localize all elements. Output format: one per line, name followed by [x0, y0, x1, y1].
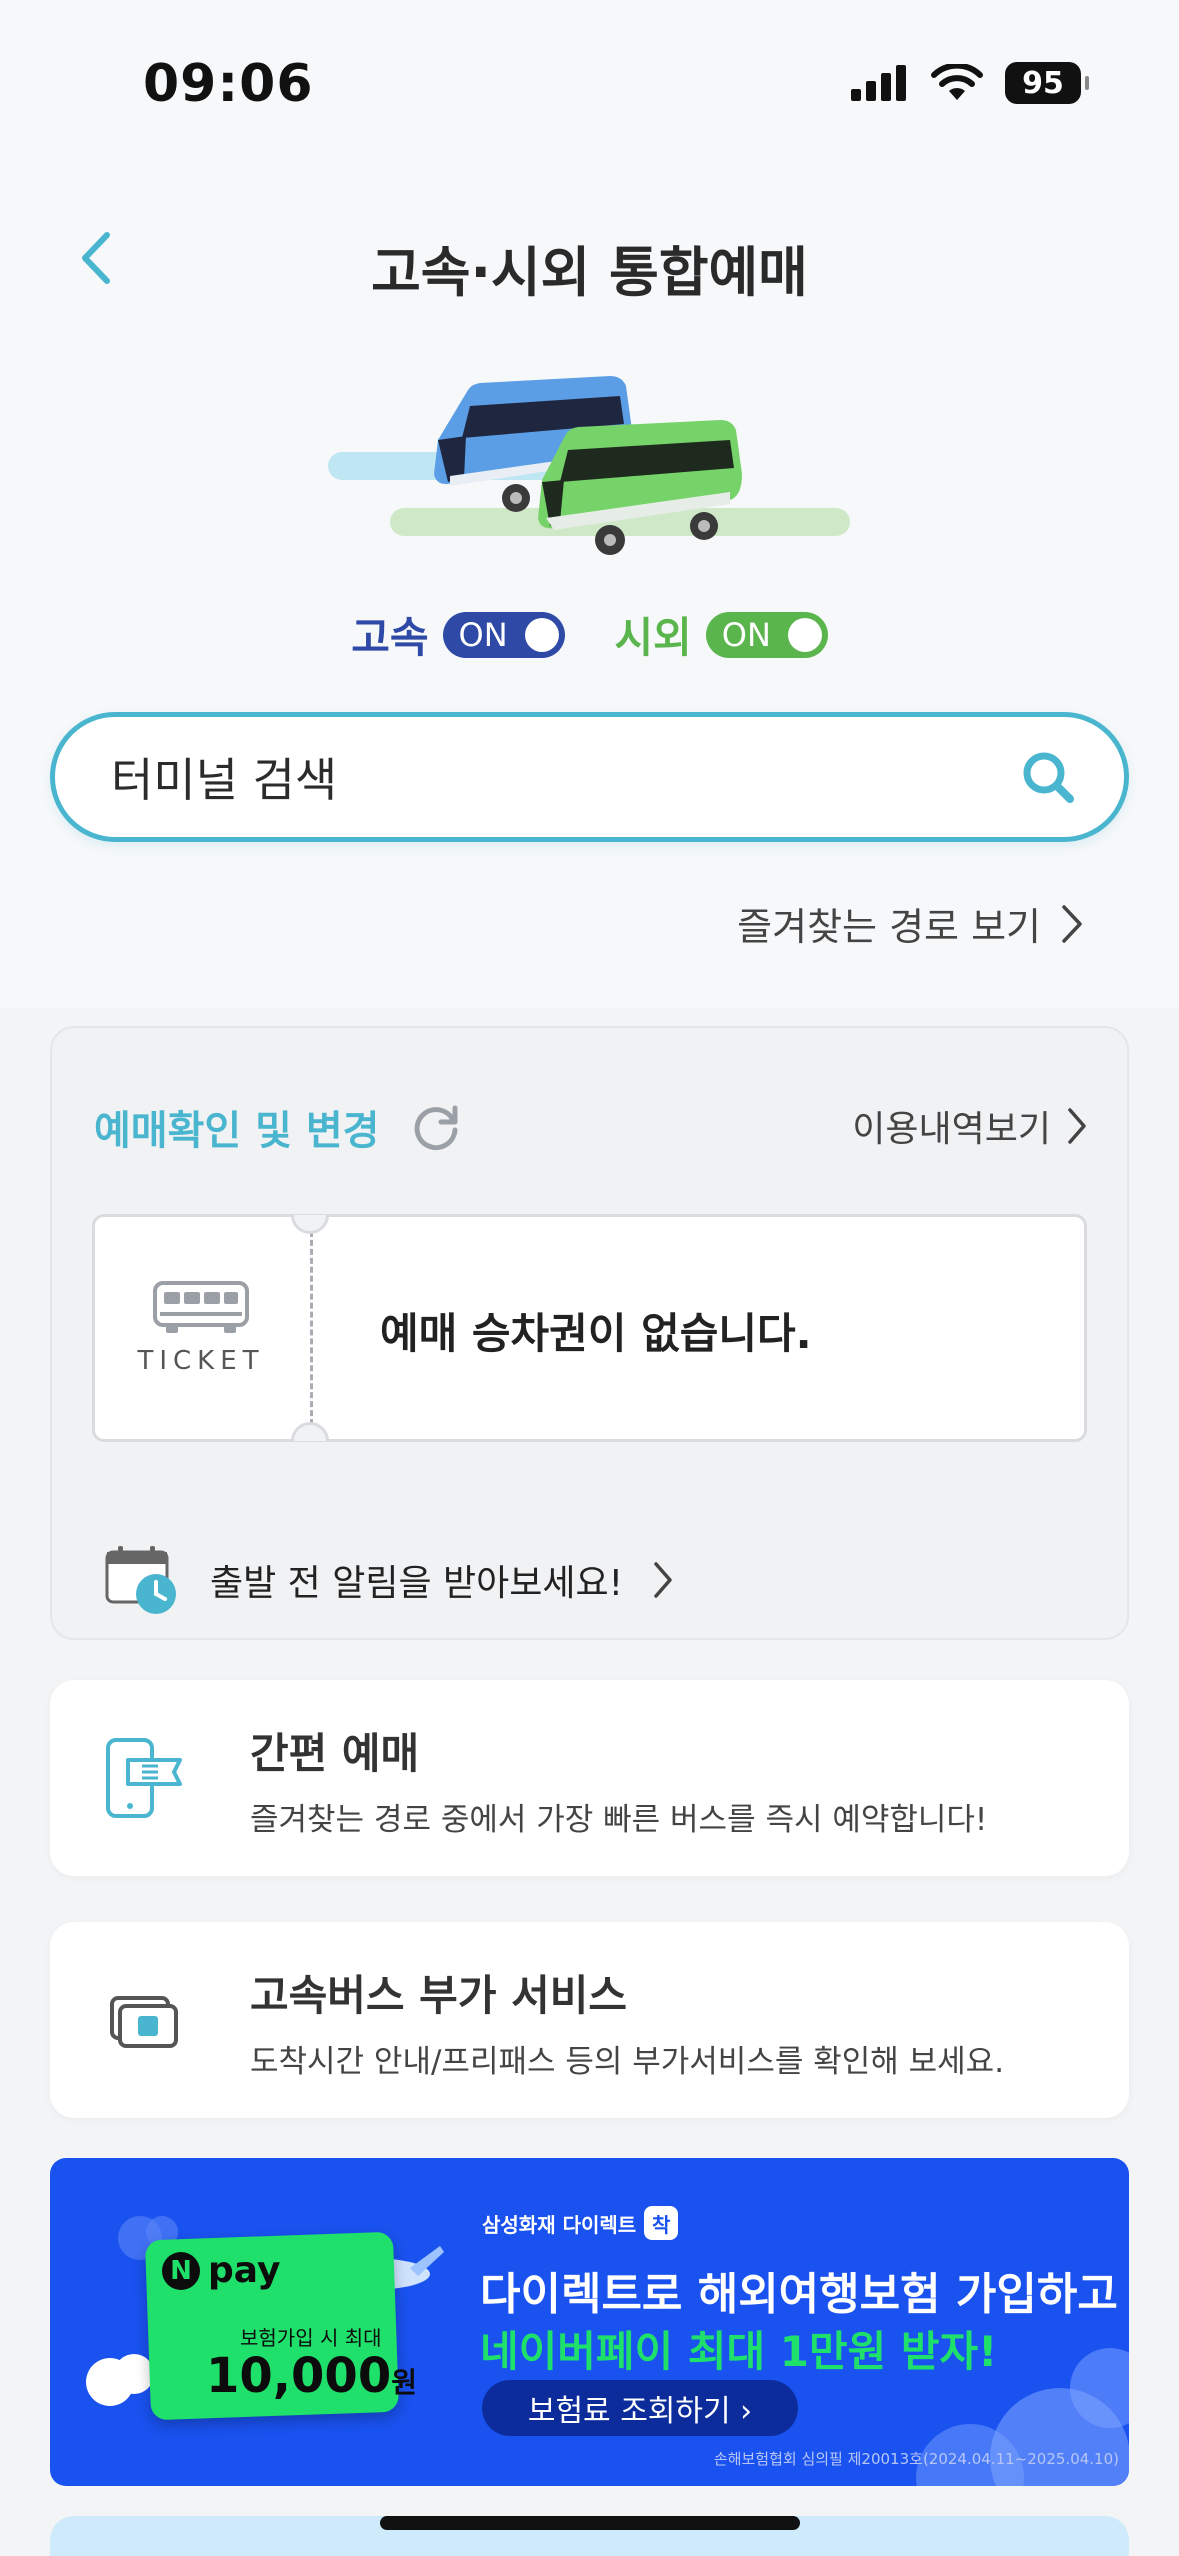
ticket-stub: TICKET — [92, 1214, 310, 1442]
quick-booking-desc: 즐겨찾는 경로 중에서 가장 빠른 버스를 즉시 예약합니다! — [250, 1802, 988, 1838]
extra-service-icon — [96, 1972, 192, 2068]
departure-alarm-label: 출발 전 알림을 받아보세요! — [210, 1563, 624, 1604]
calendar-clock-icon — [105, 1546, 176, 1614]
ticket-divider — [310, 1222, 313, 1434]
chevron-right-icon — [654, 1562, 672, 1598]
bus-icon — [153, 1281, 249, 1333]
npay-amount-unit: 원 — [391, 2366, 417, 2399]
reservation-header: 예매확인 및 변경 — [94, 1098, 463, 1156]
npay-text: pay — [208, 2250, 281, 2291]
extra-service-desc: 도착시간 안내/프리패스 등의 부가서비스를 확인해 보세요. — [250, 2044, 1005, 2080]
terminal-search-input[interactable]: 터미널 검색 — [50, 712, 1129, 842]
status-time: 09:06 — [143, 54, 314, 114]
chevron-right-icon — [1062, 904, 1082, 943]
intercity-toggle-state: ON — [721, 615, 771, 654]
usage-history-link[interactable]: 이용내역보기 — [852, 1100, 1087, 1152]
extra-service-title: 고속버스 부가 서비스 — [250, 1971, 628, 2020]
quick-booking-title: 간편 예매 — [250, 1729, 420, 1778]
favorite-routes-link[interactable]: 즐겨찾는 경로 보기 — [737, 896, 1083, 951]
premium-check-button[interactable]: 보험료 조회하기 › — [482, 2380, 798, 2436]
wifi-icon — [931, 64, 983, 100]
intercity-toggle[interactable]: ON — [705, 611, 828, 658]
npay-logo: N pay — [162, 2250, 280, 2291]
quick-booking-card[interactable] — [50, 1680, 1129, 1876]
chevron-right-icon — [1068, 1108, 1086, 1144]
status-icons: 95 — [851, 62, 1089, 104]
bus-illustration — [328, 376, 850, 555]
mobile-ticket-icon — [96, 1730, 192, 1826]
intercity-toggle-group: 시외 ON — [615, 604, 828, 665]
insurer-name: 삼성화재 다이렉트 — [482, 2212, 637, 2237]
npay-amount: 10,000원 — [206, 2348, 417, 2404]
signal-icon — [851, 65, 906, 101]
usage-history-label: 이용내역보기 — [852, 1109, 1051, 1150]
insurer-badge: 착 — [644, 2206, 679, 2240]
battery-indicator: 95 — [1005, 62, 1089, 104]
departure-alarm-link[interactable]: 출발 전 알림을 받아보세요! — [104, 1544, 673, 1616]
toggle-knob — [524, 617, 559, 652]
npay-amount-value: 10,000 — [206, 2348, 392, 2404]
express-toggle-state: ON — [458, 615, 508, 654]
banner-legal-text: 손해보험협회 심의필 제20013호(2024.04.11~2025.04.10… — [713, 2450, 1119, 2468]
reservation-title: 예매확인 및 변경 — [94, 1108, 380, 1154]
express-toggle[interactable]: ON — [442, 611, 565, 658]
toggle-knob — [787, 617, 822, 652]
search-placeholder: 터미널 검색 — [111, 753, 338, 807]
favorite-routes-label: 즐겨찾는 경로 보기 — [737, 905, 1041, 949]
npay-n-mark: N — [162, 2251, 200, 2290]
home-indicator[interactable] — [380, 2516, 800, 2530]
express-toggle-group: 고속 ON — [351, 604, 565, 665]
empty-ticket-message: 예매 승차권이 없습니다. — [380, 1309, 812, 1358]
ticket-label: TICKET — [137, 1346, 265, 1376]
bus-type-toggles: 고속 ON 시외 ON — [0, 604, 1179, 665]
refresh-icon[interactable] — [409, 1100, 463, 1154]
insurer-brand: 삼성화재 다이렉트 착 — [482, 2206, 679, 2240]
npay-subtext: 보험가입 시 최대 — [240, 2326, 382, 2350]
search-icon[interactable] — [1020, 749, 1076, 805]
banner-headline: 다이렉트로 해외여행보험 가입하고 — [480, 2269, 1118, 2320]
intercity-label: 시외 — [614, 613, 692, 662]
page-title: 고속·시외 통합예매 — [371, 241, 808, 304]
banner-subheadline: 네이버페이 최대 1만원 받자! — [480, 2327, 998, 2376]
express-label: 고속 — [351, 613, 429, 662]
